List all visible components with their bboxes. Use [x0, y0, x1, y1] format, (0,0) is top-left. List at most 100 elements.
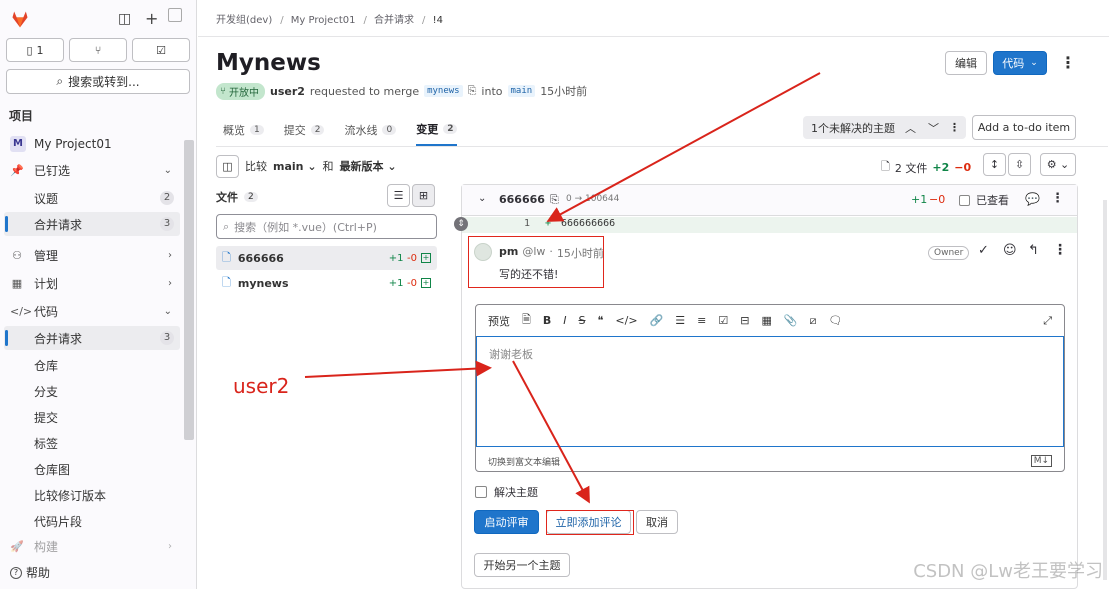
sidebar-item-build[interactable]: 🚀 构建 › — [4, 536, 180, 556]
sidebar-scrollbar[interactable] — [184, 140, 194, 440]
sidebar-item-repository[interactable]: 仓库 — [4, 353, 180, 377]
cancel-button[interactable]: 取消 — [636, 510, 678, 534]
page-scrollbar[interactable] — [1103, 200, 1107, 580]
compare-base-dropdown[interactable]: main ⌄ — [273, 160, 317, 173]
attach-icon[interactable]: 📎 — [784, 314, 798, 327]
comment-icon[interactable]: 💬 — [1025, 192, 1040, 206]
breadcrumb-current[interactable]: !4 — [433, 15, 443, 26]
sidebar-item-merge-requests[interactable]: 合并请求 3 — [4, 326, 180, 350]
chevron-down-icon[interactable]: ⌄ — [478, 193, 486, 204]
help-button[interactable]: ? 帮助 — [10, 564, 50, 581]
search-or-goto-button[interactable]: ⌕ 搜索或转到... — [6, 69, 190, 94]
comment-template-icon[interactable]: 🗨 — [829, 314, 843, 327]
sidebar-item-branches[interactable]: 分支 — [4, 379, 180, 403]
fullscreen-icon[interactable]: ⤢ — [1043, 314, 1052, 328]
strikethrough-icon[interactable]: S — [579, 314, 586, 327]
start-new-thread-button[interactable]: 开始另一个主题 — [474, 553, 570, 577]
quick-action-icon[interactable]: ⧄ — [810, 314, 817, 328]
toggle-sidebar-icon[interactable]: ◫ — [118, 11, 131, 27]
chevron-up-icon[interactable]: ︿ — [905, 120, 916, 136]
emoji-reaction-icon[interactable]: ☺ — [1003, 243, 1017, 258]
file-search-input[interactable]: ⌕ 搜索（例如 *.vue）(Ctrl+P) — [216, 214, 437, 239]
diff-added: +1 — [911, 193, 928, 206]
compare-and: 和 — [322, 160, 334, 173]
collapsible-icon[interactable]: ⊟ — [740, 314, 749, 327]
quote-icon[interactable]: ❝ — [597, 314, 603, 327]
unresolved-threads[interactable]: 1个未解决的主题 ︿ ﹀ ⋮ — [803, 116, 966, 139]
code-dropdown-button[interactable]: 代码 ⌄ — [993, 51, 1047, 75]
calendar-icon: ▦ — [11, 276, 23, 290]
sidebar-item-merge-requests-pinned[interactable]: 合并请求 3 — [4, 212, 180, 236]
sidebar-item-code[interactable]: </> 代码 ⌄ — [4, 299, 180, 323]
more-actions-icon[interactable]: ⋮ — [1060, 53, 1076, 72]
sidebar-item-snippets[interactable]: 代码片段 — [4, 509, 180, 533]
collapse-all-button[interactable]: ⇳ — [1008, 153, 1031, 176]
resolve-thread-checkbox[interactable]: 解决主题 — [475, 484, 538, 500]
new-item-plus-icon[interactable]: + — [145, 9, 158, 28]
file-list-item[interactable]: 🗋 666666 +1 -0 + — [216, 246, 437, 270]
resolve-thread-icon[interactable]: ✓ — [978, 243, 989, 258]
task-list-icon[interactable]: ☑ — [718, 314, 728, 327]
toggle-file-tree-button[interactable]: ◫ — [216, 154, 239, 178]
copy-icon[interactable]: ⎘ — [550, 193, 559, 207]
mr-tabs: 概览 1 提交 2 流水线 0 变更 2 — [216, 114, 458, 146]
chevron-down-icon[interactable]: ﹀ — [928, 120, 939, 136]
tree-view-button[interactable]: ⊞ — [412, 184, 435, 207]
sidebar-item-repository-graph[interactable]: 仓库图 — [4, 457, 180, 481]
rich-text-toggle[interactable]: 切换到富文本编辑 — [488, 455, 560, 468]
compare-head-dropdown[interactable]: 最新版本 ⌄ — [340, 158, 397, 174]
user-avatar-icon[interactable] — [168, 8, 182, 26]
comment-textarea[interactable]: 谢谢老板 — [476, 336, 1064, 447]
sidebar-project-link[interactable]: M My Project01 — [4, 132, 180, 156]
start-review-button[interactable]: 启动评审 — [474, 510, 539, 534]
breadcrumb-group[interactable]: 开发组(dev) — [216, 15, 272, 26]
sidebar-item-manage[interactable]: ⚇ 管理 › — [4, 243, 180, 267]
preview-tab[interactable]: 预览 — [488, 313, 510, 329]
source-branch[interactable]: mynews — [424, 85, 463, 97]
issues-count-button[interactable]: ▯ 1 — [6, 38, 64, 62]
diff-settings-button[interactable]: ⚙ ⌄ — [1040, 153, 1076, 176]
author-link[interactable]: user2 — [270, 85, 305, 98]
todos-count-button[interactable]: ☑ — [132, 38, 190, 62]
table-icon[interactable]: ▦ — [761, 314, 771, 327]
tab-commits[interactable]: 提交 2 — [284, 114, 325, 146]
sidebar-item-issues[interactable]: 议题 2 — [4, 186, 180, 210]
reply-icon[interactable]: ↰ — [1028, 243, 1039, 258]
editor-toolbar: 预览 🗎 B I S ❝ </> 🔗 ☰ ≡ ☑ ⊟ ▦ 📎 ⧄ 🗨 ⤢ — [476, 305, 1064, 336]
copy-icon[interactable]: ⎘ — [468, 84, 477, 98]
more-icon[interactable]: ⋮ — [949, 121, 960, 134]
sidebar-item-plan[interactable]: ▦ 计划 › — [4, 271, 180, 295]
more-icon[interactable]: ⋮ — [1051, 191, 1064, 206]
add-todo-button[interactable]: Add a to-do item — [972, 115, 1076, 140]
sidebar-item-tags[interactable]: 标签 — [4, 431, 180, 455]
file-list-item[interactable]: 🗋 mynews +1 -0 + — [216, 271, 437, 295]
tab-changes[interactable]: 变更 2 — [416, 114, 458, 146]
tab-overview[interactable]: 概览 1 — [223, 114, 264, 146]
merge-requests-count-button[interactable]: ⑂ — [69, 38, 127, 62]
gitlab-logo-icon[interactable] — [10, 9, 30, 29]
expand-lines-icon[interactable]: ⇕ — [454, 217, 468, 231]
sidebar-item-compare-revisions[interactable]: 比较修订版本 — [4, 483, 180, 507]
sidebar-item-commits[interactable]: 提交 — [4, 405, 180, 429]
code-icon[interactable]: </> — [615, 314, 637, 327]
link-icon[interactable]: 🔗 — [650, 314, 664, 327]
bold-icon[interactable]: B — [543, 314, 551, 327]
sidebar-item-pinned[interactable]: 📌 已钉选 ⌄ — [4, 158, 180, 182]
chevron-right-icon: › — [168, 277, 172, 289]
bullet-list-icon[interactable]: ☰ — [675, 314, 685, 327]
numbered-list-icon[interactable]: ≡ — [697, 314, 706, 327]
list-view-button[interactable]: ☰ — [387, 184, 410, 207]
viewed-checkbox[interactable]: 已查看 — [959, 192, 1009, 208]
breadcrumb-project[interactable]: My Project01 — [291, 15, 356, 26]
breadcrumb-merge-requests[interactable]: 合并请求 — [374, 15, 414, 26]
markdown-icon: M↓ — [1030, 455, 1052, 467]
more-icon[interactable]: ⋮ — [1053, 242, 1067, 258]
edit-button[interactable]: 编辑 — [945, 51, 987, 75]
removed-count: −0 — [954, 161, 972, 174]
target-branch[interactable]: main — [507, 85, 536, 97]
diff-file-name[interactable]: 666666 — [499, 193, 545, 206]
italic-icon[interactable]: I — [563, 314, 566, 327]
tab-pipelines[interactable]: 流水线 0 — [344, 114, 397, 146]
attachment-file-icon[interactable]: 🗎 — [522, 311, 531, 330]
expand-all-button[interactable]: ↕ — [983, 153, 1006, 176]
